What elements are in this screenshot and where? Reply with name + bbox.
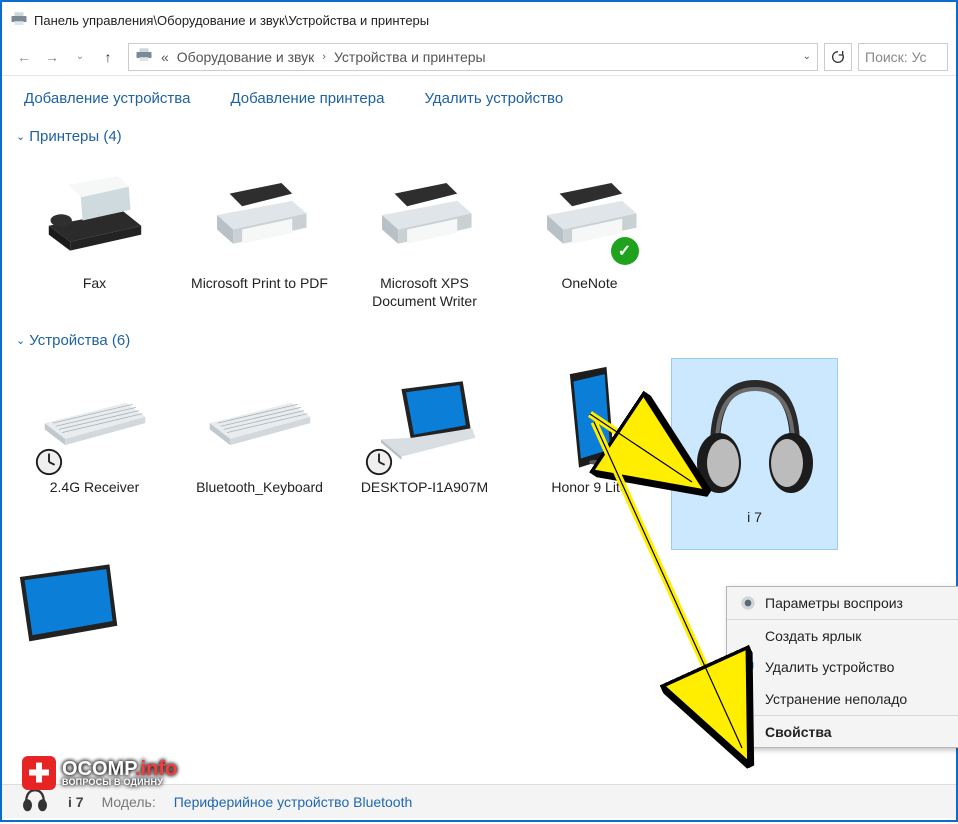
- status-model-value: Периферийное устройство Bluetooth: [174, 794, 413, 810]
- menu-label: Устранение неполадо: [765, 691, 907, 707]
- device-item-receiver[interactable]: 2.4G Receiver: [12, 359, 177, 549]
- add-device-link[interactable]: Добавление устройства: [24, 90, 190, 107]
- printer-icon: [205, 161, 315, 271]
- chevron-right-icon: ›: [322, 51, 326, 63]
- device-label: i 7: [747, 509, 762, 527]
- laptop-icon: [370, 365, 480, 475]
- keyboard-icon: [205, 365, 315, 475]
- menu-item-playback-params[interactable]: Параметры воспроиз: [727, 587, 958, 619]
- nav-bar: ← → ⌄ ↑ « Оборудование и звук › Устройст…: [2, 38, 956, 76]
- chevron-down-icon[interactable]: ⌄: [803, 51, 811, 62]
- menu-label: Создать ярлык: [765, 628, 861, 644]
- default-check-icon: ✓: [611, 237, 639, 265]
- device-label: Bluetooth_Keyboard: [196, 479, 323, 497]
- device-item-print-to-pdf[interactable]: Microsoft Print to PDF: [177, 155, 342, 316]
- device-label: DESKTOP-I1A907M: [361, 479, 488, 497]
- menu-label: Параметры воспроиз: [765, 595, 903, 611]
- window-title: Панель управления\Оборудование и звук\Ус…: [34, 13, 429, 28]
- breadcrumb-seg-1[interactable]: Устройства и принтеры: [334, 49, 486, 65]
- menu-label: Свойства: [765, 724, 832, 740]
- printer-icon: [370, 161, 480, 271]
- device-item-xps[interactable]: Microsoft XPS Document Writer: [342, 155, 507, 316]
- back-button[interactable]: ←: [10, 43, 38, 71]
- watermark-main: OCOMP: [62, 758, 135, 780]
- phone-icon: [535, 365, 645, 475]
- menu-item-remove-device[interactable]: Удалить устройство: [727, 651, 958, 683]
- chevron-down-icon: ⌄: [16, 130, 25, 143]
- search-input[interactable]: Поиск: Ус: [858, 43, 948, 71]
- watermark-suffix: .info: [135, 758, 177, 780]
- context-menu: Параметры воспроиз Создать ярлык Удалить…: [726, 586, 958, 748]
- device-item-onenote[interactable]: ✓ OneNote: [507, 155, 672, 316]
- breadcrumb-seg-0[interactable]: Оборудование и звук: [177, 49, 315, 65]
- device-label: Microsoft Print to PDF: [191, 275, 328, 293]
- monitor-icon: [12, 555, 122, 665]
- shield-icon: [739, 658, 757, 676]
- history-dropdown[interactable]: ⌄: [66, 43, 94, 71]
- device-item-monitor[interactable]: [12, 549, 122, 671]
- breadcrumb-prefix: «: [161, 49, 169, 65]
- up-button[interactable]: ↑: [94, 43, 122, 71]
- title-bar: Панель управления\Оборудование и звук\Ус…: [2, 2, 956, 38]
- menu-item-properties[interactable]: Свойства: [727, 715, 958, 747]
- group-header-devices[interactable]: ⌄ Устройства (6): [12, 326, 946, 351]
- breadcrumb[interactable]: « Оборудование и звук › Устройства и при…: [128, 43, 818, 71]
- clock-icon: [34, 447, 64, 477]
- chevron-down-icon: ⌄: [16, 334, 25, 347]
- forward-button[interactable]: →: [38, 43, 66, 71]
- device-label: Fax: [83, 275, 106, 293]
- menu-label: Удалить устройство: [765, 659, 894, 675]
- add-printer-link[interactable]: Добавление принтера: [230, 90, 384, 107]
- clock-icon: [364, 447, 394, 477]
- keyboard-icon: [40, 365, 150, 475]
- headphones-small-icon: [20, 787, 50, 816]
- device-item-phone[interactable]: Honor 9 Lite: [507, 359, 672, 549]
- status-bar: i 7 Модель: Периферийное устройство Blue…: [2, 784, 956, 818]
- delete-device-link[interactable]: Удалить устройство: [424, 90, 563, 107]
- device-item-headphones[interactable]: i 7: [672, 359, 837, 549]
- refresh-button[interactable]: [824, 43, 852, 71]
- menu-item-troubleshoot[interactable]: Устранение неполадо: [727, 683, 958, 715]
- device-item-fax[interactable]: Fax: [12, 155, 177, 316]
- device-label: Honor 9 Lite: [551, 479, 627, 497]
- printer-small-icon: [135, 48, 153, 65]
- status-name: i 7: [68, 794, 84, 810]
- printers-grid: Fax Microsoft Print to PDF: [12, 147, 946, 326]
- device-label: Microsoft XPS Document Writer: [350, 275, 500, 310]
- group-header-printers[interactable]: ⌄ Принтеры (4): [12, 122, 946, 147]
- headphones-icon: [685, 365, 825, 505]
- status-model-label: Модель:: [102, 794, 156, 810]
- menu-item-create-shortcut[interactable]: Создать ярлык: [727, 619, 958, 651]
- group-title-printers: Принтеры (4): [29, 128, 121, 145]
- printer-icon: ✓: [535, 161, 645, 271]
- fax-icon: [40, 161, 150, 271]
- printer-small-icon: [10, 12, 34, 29]
- device-label: OneNote: [561, 275, 617, 293]
- device-item-bt-keyboard[interactable]: Bluetooth_Keyboard: [177, 359, 342, 549]
- search-placeholder: Поиск: Ус: [865, 49, 927, 65]
- command-bar: Добавление устройства Добавление принтер…: [2, 76, 956, 120]
- device-label: 2.4G Receiver: [50, 479, 139, 497]
- device-item-desktop[interactable]: DESKTOP-I1A907M: [342, 359, 507, 549]
- group-title-devices: Устройства (6): [29, 332, 130, 349]
- speaker-icon: [739, 594, 757, 612]
